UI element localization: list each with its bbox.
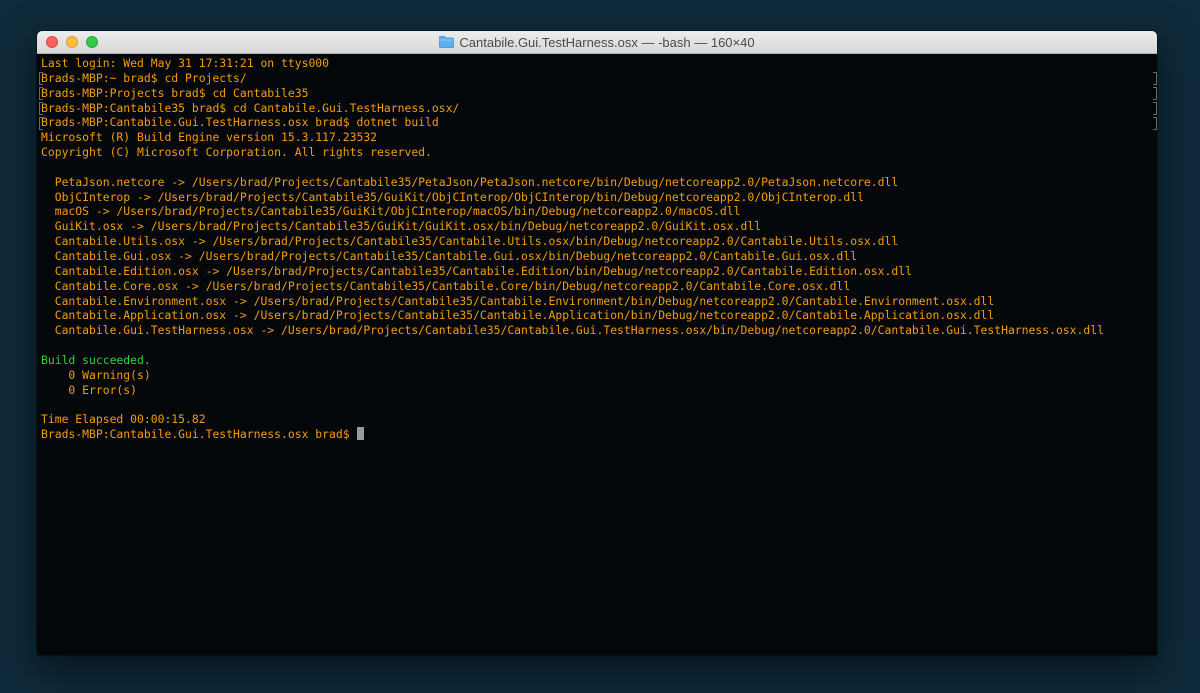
build-status-line: Build succeeded. <box>41 352 151 367</box>
build-output-line: PetaJson.netcore -> /Users/brad/Projects… <box>41 174 899 189</box>
prompt-line[interactable]: Brads-MBP:Cantabile.Gui.TestHarness.osx … <box>41 427 1157 442</box>
build-output-line: Cantabile.Application.osx -> /Users/brad… <box>41 308 995 323</box>
close-button[interactable] <box>46 36 58 48</box>
build-output-line: Cantabile.Utils.osx -> /Users/brad/Proje… <box>41 234 899 249</box>
text-cursor <box>357 427 365 441</box>
build-output-line: GuiKit.osx -> /Users/brad/Projects/Canta… <box>41 219 762 234</box>
window-title-group: Cantabile.Gui.TestHarness.osx — -bash — … <box>439 34 755 50</box>
warnings-count-line: 0 Warning(s) <box>41 367 151 382</box>
build-output-line: Cantabile.Edition.osx -> /Users/brad/Pro… <box>41 263 912 278</box>
command-line: Brads-MBP:Cantabile.Gui.TestHarness.osx … <box>41 115 439 130</box>
errors-count-line: 0 Error(s) <box>41 382 138 397</box>
line-marker <box>1153 117 1157 130</box>
output-line: Microsoft (R) Build Engine version 15.3.… <box>41 130 378 145</box>
line-marker <box>1153 87 1157 100</box>
terminal-output[interactable]: Last login: Wed May 31 17:31:21 on ttys0… <box>39 56 1157 655</box>
zoom-button[interactable] <box>86 36 98 48</box>
time-elapsed-line: Time Elapsed 00:00:15.82 <box>41 412 206 427</box>
command-line: Brads-MBP:Projects brad$ cd Cantabile35 <box>41 85 309 100</box>
command-line: Brads-MBP:Cantabile35 brad$ cd Cantabile… <box>41 100 460 115</box>
command-line: Brads-MBP:~ brad$ cd Projects/ <box>41 70 247 85</box>
line-marker <box>39 102 43 115</box>
title-bar[interactable]: Cantabile.Gui.TestHarness.osx — -bash — … <box>37 31 1157 54</box>
line-marker <box>1153 72 1157 85</box>
line-marker <box>39 117 43 130</box>
terminal-window: Cantabile.Gui.TestHarness.osx — -bash — … <box>37 31 1157 655</box>
build-output-line: Cantabile.Environment.osx -> /Users/brad… <box>41 293 995 308</box>
shell-prompt: Brads-MBP:Cantabile.Gui.TestHarness.osx … <box>41 427 357 442</box>
line-marker <box>39 72 43 85</box>
build-output-line: ObjCInterop -> /Users/brad/Projects/Cant… <box>41 189 864 204</box>
line-marker <box>39 87 43 100</box>
build-output-line: Cantabile.Gui.osx -> /Users/brad/Project… <box>41 248 858 263</box>
window-title: Cantabile.Gui.TestHarness.osx — -bash — … <box>459 34 755 50</box>
build-output-line: Cantabile.Core.osx -> /Users/brad/Projec… <box>41 278 851 293</box>
line-marker <box>1153 102 1157 115</box>
minimize-button[interactable] <box>66 36 78 48</box>
login-line: Last login: Wed May 31 17:31:21 on ttys0… <box>41 56 330 70</box>
build-output-line: macOS -> /Users/brad/Projects/Cantabile3… <box>41 204 741 219</box>
output-line: Copyright (C) Microsoft Corporation. All… <box>41 145 432 160</box>
build-output-line: Cantabile.Gui.TestHarness.osx -> /Users/… <box>41 323 1104 338</box>
window-controls <box>46 36 98 48</box>
folder-icon <box>439 36 455 48</box>
